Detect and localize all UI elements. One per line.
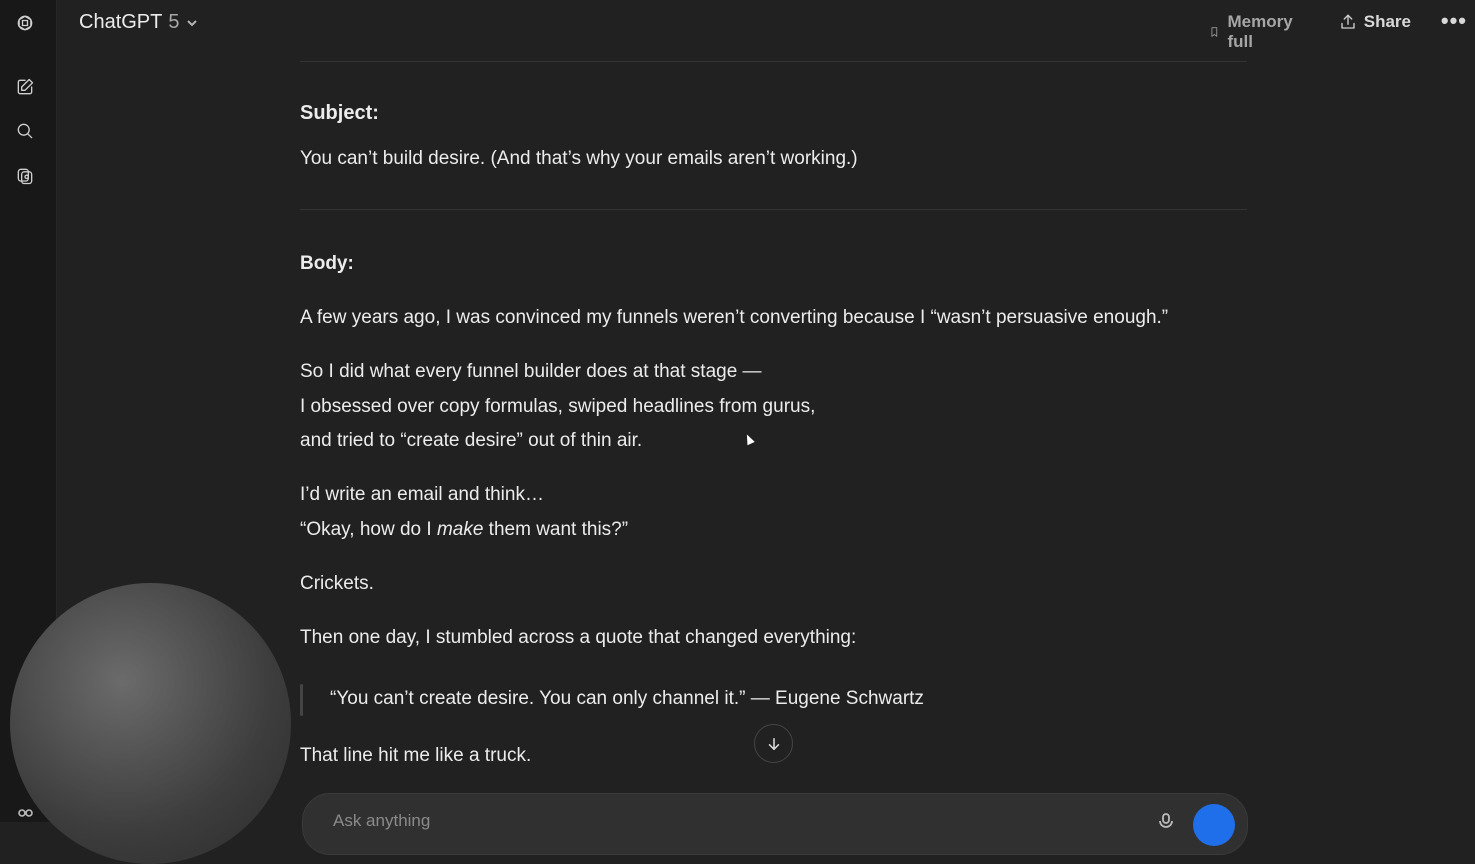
chevron-down-icon [187,19,198,26]
mouse-cursor [743,432,755,446]
body-label: Body: [300,253,354,274]
paragraph: That line hit me like a truck. [300,745,532,766]
top-bar: ChatGPT 5 Memory full Share ••• [57,0,1475,51]
paragraph: Crickets. [300,573,374,594]
paragraph: A few years ago, I was convinced my funn… [300,307,1169,328]
model-selector[interactable]: ChatGPT 5 [79,11,199,34]
arrow-down-icon [768,737,779,750]
paragraph-line: “Okay, how do I make them want this?” [300,519,628,541]
paragraph-line: I’d write an email and think… [300,484,544,505]
share-icon [1341,14,1355,29]
scroll-to-bottom-button[interactable] [754,724,793,763]
divider [300,61,1247,62]
blockquote-bar [300,684,303,716]
new-chat-icon[interactable] [12,74,38,100]
divider [300,209,1247,210]
memory-full-button[interactable]: Memory full [1209,12,1297,52]
microphone-icon[interactable] [1157,812,1175,830]
text-segment: them want this?” [483,519,629,540]
model-version: 5 [168,11,180,33]
emphasis-text: make [436,519,484,540]
more-icon: ••• [1440,8,1467,33]
composer [302,793,1248,855]
more-options-button[interactable]: ••• [1441,8,1467,34]
text-segment: “Okay, how do I [300,519,437,540]
openai-logo-icon[interactable] [12,10,38,36]
subject-label: Subject: [300,102,379,124]
share-label: Share [1363,12,1411,31]
voice-mode-button[interactable] [1193,804,1235,846]
paragraph-line: and tried to “create desire” out of thin… [300,430,643,451]
paragraph-line: So I did what every funnel builder does … [300,361,762,382]
user-icon[interactable] [16,808,34,822]
paragraph: Then one day, I stumbled across a quote … [300,627,857,648]
prompt-input[interactable] [331,810,1115,832]
library-icon[interactable] [12,163,38,189]
search-icon[interactable] [12,118,38,144]
subject-text: You can’t build desire. (And that’s why … [300,148,858,169]
memory-icon [1211,27,1218,37]
model-name: ChatGPT [79,11,163,33]
paragraph-line: I obsessed over copy formulas, swiped he… [300,396,816,417]
share-button[interactable]: Share [1339,12,1411,32]
blockquote: “You can’t create desire. You can only c… [330,688,924,709]
memory-label: Memory full [1227,12,1293,51]
